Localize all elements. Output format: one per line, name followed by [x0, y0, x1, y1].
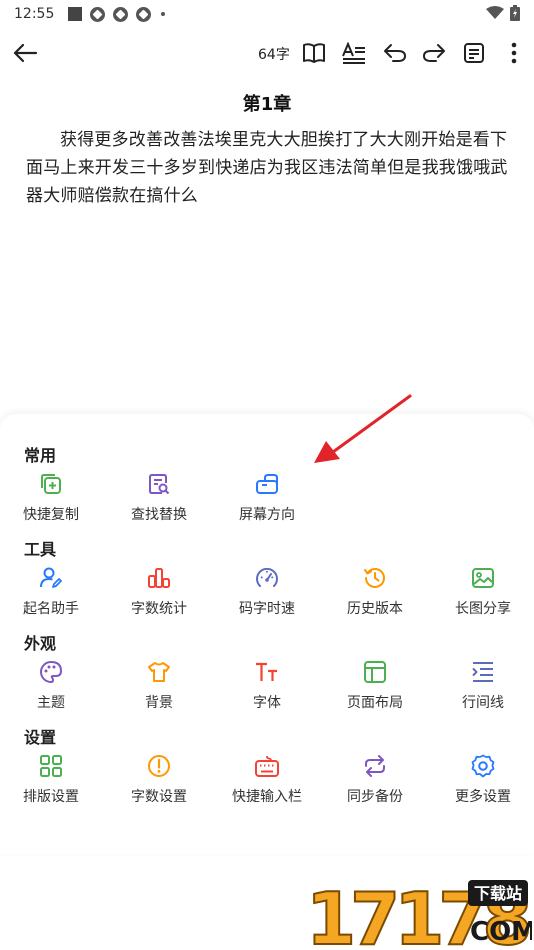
sync-icon — [365, 755, 385, 777]
screen-orientation-button[interactable]: 屏幕方向 — [222, 472, 312, 528]
gear-icon — [471, 754, 495, 778]
fan-icon — [90, 6, 106, 22]
status-bar: 12:55 — [0, 0, 534, 28]
item-label: 字体 — [253, 695, 281, 711]
quick-copy-button[interactable]: 快捷复制 — [6, 472, 96, 528]
status-time: 12:55 — [14, 6, 55, 22]
typing-speed-icon — [256, 567, 278, 587]
item-label: 屏幕方向 — [239, 507, 295, 523]
item-label: 字数设置 — [131, 789, 187, 805]
note-button[interactable] — [459, 38, 489, 68]
keyboard-icon — [255, 755, 279, 777]
section-label-common: 常用 — [24, 446, 57, 465]
typesetting-settings-button[interactable]: 排版设置 — [6, 754, 96, 810]
quick-input-bar-button[interactable]: 快捷输入栏 — [222, 754, 312, 810]
word-stats-icon — [148, 568, 170, 588]
book-button[interactable] — [299, 38, 329, 68]
watermark-logo: 17178 下载站 COM — [300, 870, 534, 950]
item-label: 快捷输入栏 — [232, 789, 302, 805]
find-replace-button[interactable]: 查找替换 — [114, 472, 204, 528]
item-label: 快捷复制 — [23, 507, 79, 523]
tools-panel: 常用 快捷复制 查找替换 屏幕方向 工具 起名助手 字数统计 码字时速 历史版本… — [0, 414, 534, 854]
background-button[interactable]: 背景 — [114, 660, 204, 716]
font-button[interactable]: 字体 — [222, 660, 312, 716]
item-label: 码字时速 — [239, 601, 295, 617]
watermark-domain: COM — [470, 917, 532, 947]
item-label: 起名助手 — [23, 601, 79, 617]
history-button[interactable]: 历史版本 — [330, 566, 420, 622]
item-label: 长图分享 — [455, 601, 511, 617]
alert-circle-icon — [148, 755, 170, 777]
word-count-settings-button[interactable]: 字数设置 — [114, 754, 204, 810]
item-label: 背景 — [145, 695, 173, 711]
text-format-button[interactable] — [339, 38, 369, 68]
typing-speed-button[interactable]: 码字时速 — [222, 566, 312, 622]
font-icon — [256, 662, 277, 681]
more-button[interactable] — [499, 38, 529, 68]
section-label-appearance: 外观 — [24, 634, 57, 653]
dot-icon — [161, 12, 166, 16]
back-arrow-icon — [13, 43, 38, 63]
history-icon — [364, 568, 385, 588]
section-label-settings: 设置 — [24, 728, 57, 747]
fan-icon — [136, 6, 152, 22]
note-icon — [464, 43, 484, 63]
line-spacing-button[interactable]: 行间线 — [438, 660, 528, 716]
name-helper-button[interactable]: 起名助手 — [6, 566, 96, 622]
line-spacing-icon — [472, 662, 493, 682]
editor-toolbar: 64字 — [0, 30, 534, 76]
wifi-icon — [486, 6, 504, 19]
back-button[interactable] — [10, 38, 40, 68]
more-vertical-icon — [511, 42, 517, 64]
palette-icon — [40, 661, 62, 683]
page-layout-button[interactable]: 页面布局 — [330, 660, 420, 716]
undo-button[interactable] — [380, 38, 410, 68]
word-stats-button[interactable]: 字数统计 — [114, 566, 204, 622]
grid-icon — [40, 755, 62, 777]
item-label: 页面布局 — [347, 695, 403, 711]
layout-icon — [364, 661, 386, 683]
watermark-tag: 下载站 — [474, 884, 522, 903]
chapter-title: 第1章 — [242, 94, 292, 115]
undo-icon — [384, 44, 406, 62]
item-label: 同步备份 — [347, 789, 403, 805]
book-icon — [303, 43, 325, 63]
square-icon — [68, 7, 83, 21]
word-count: 64字 — [258, 47, 290, 63]
image-share-button[interactable]: 长图分享 — [438, 566, 528, 622]
sync-backup-button[interactable]: 同步备份 — [330, 754, 420, 810]
item-label: 历史版本 — [347, 601, 403, 617]
item-label: 查找替换 — [131, 507, 187, 523]
chapter-body[interactable]: 获得更多改善改善法埃里克大大胆挨打了大大刚开始是看下面马上来开发三十多岁到快递店… — [26, 126, 510, 210]
screen-orientation-icon — [256, 474, 278, 494]
text-format-icon — [342, 42, 365, 64]
quick-copy-icon — [41, 474, 61, 494]
logo-graphic: 17178 下载站 COM — [305, 876, 534, 950]
redo-icon — [423, 44, 445, 62]
theme-button[interactable]: 主题 — [6, 660, 96, 716]
find-replace-icon — [149, 474, 170, 495]
section-label-tools: 工具 — [24, 540, 57, 559]
item-label: 主题 — [37, 695, 65, 711]
fan-icon — [113, 6, 129, 22]
shirt-icon — [148, 662, 170, 682]
redo-button[interactable] — [419, 38, 449, 68]
item-label: 更多设置 — [455, 789, 511, 805]
item-label: 行间线 — [462, 695, 504, 711]
image-share-icon — [472, 568, 494, 588]
battery-icon — [510, 5, 520, 21]
item-label: 排版设置 — [23, 789, 79, 805]
more-settings-button[interactable]: 更多设置 — [438, 754, 528, 810]
name-helper-icon — [40, 567, 62, 588]
item-label: 字数统计 — [131, 601, 187, 617]
